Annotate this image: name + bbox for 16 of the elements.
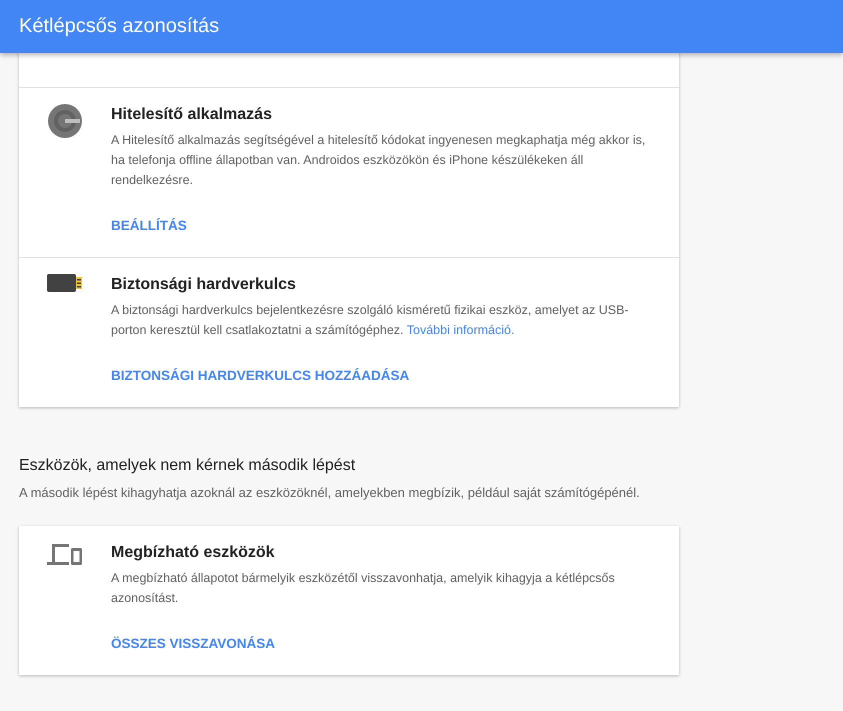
devices-icon bbox=[47, 542, 83, 568]
method-title: Megbízható eszközök bbox=[111, 544, 276, 562]
page-title: Kétlépcsős azonosítás bbox=[19, 15, 220, 38]
authenticator-icon bbox=[48, 104, 82, 138]
method-title: Biztonsági hardverkulcs bbox=[111, 276, 297, 294]
method-description: A biztonsági hardverkulcs bejelentkezésre szolgáló kisméretű fizikai eszköz, amelyet az USB-porton keresztül kell csatlakoztatni a számítógéphez. További információ. bbox=[111, 302, 630, 339]
method-description: A megbízható állapotot bármelyik eszközétől visszavonhatja, amelyik kihagyja a kétlépcsős azonosítást. bbox=[111, 570, 616, 607]
more-info-link[interactable]: További információ. bbox=[406, 323, 514, 337]
section-description: A második lépést kihagyhatja azoknál az eszközöknél, amelyekben megbízik, például saját számítógépénél. bbox=[19, 485, 641, 500]
action-button[interactable]: BIZTONSÁGI HARDVERKULCS HOZZÁADÁSA bbox=[111, 364, 410, 387]
method-description: A Hitelesítő alkalmazás segítségével a hitelesítő kódokat ingyenesen megkaphatja még akkor is, ha telefonja offline állapotban van. Androidos eszközökön és iPhone készülékeken áll rendelkezésre. bbox=[111, 132, 646, 189]
action-button[interactable]: ÖSSZES VISSZAVONÁSA bbox=[111, 632, 276, 655]
method-title: Hitelesítő alkalmazás bbox=[111, 106, 273, 124]
section-heading: Eszközök, amelyek nem kérnek második lépést bbox=[19, 457, 356, 475]
usb-key-icon bbox=[47, 274, 83, 292]
action-button[interactable]: BEÁLLÍTÁS bbox=[111, 214, 187, 237]
